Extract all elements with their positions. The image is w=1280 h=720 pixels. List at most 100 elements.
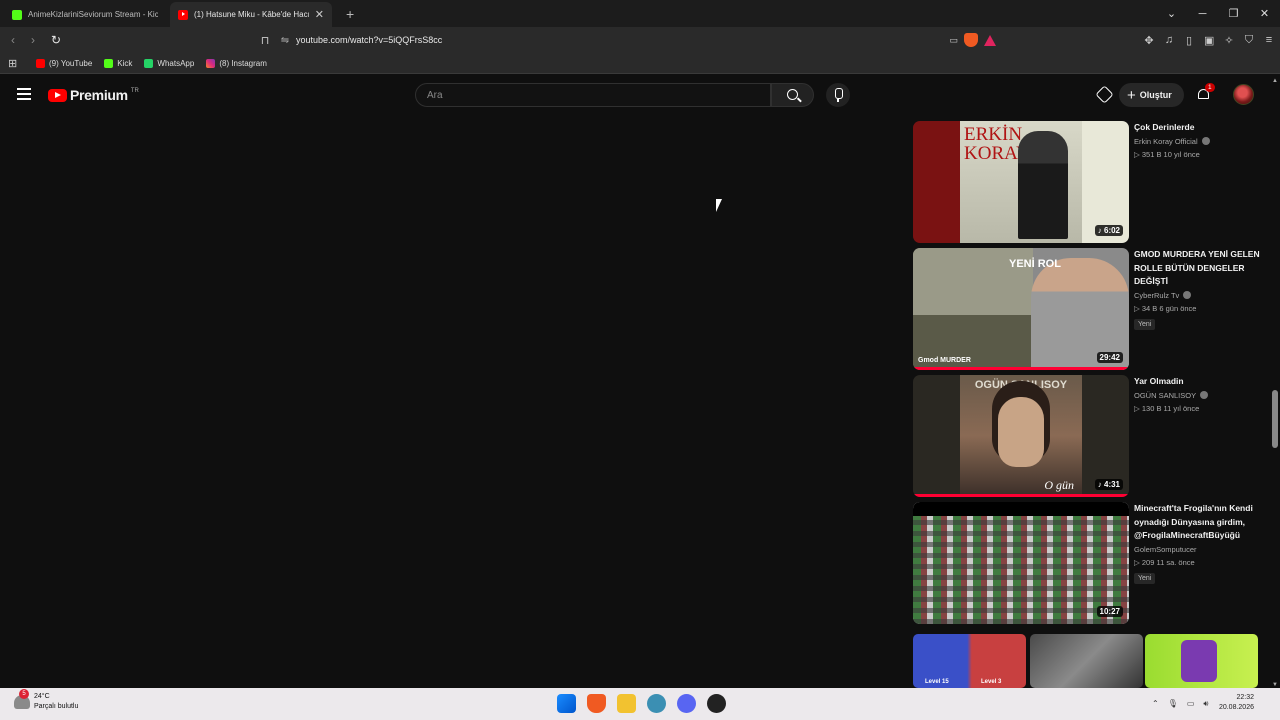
url-text[interactable]: youtube.com/watch?v=5iQQFrsS8cc [296,35,949,45]
minimize-button[interactable]: ─ [1187,8,1218,20]
site-settings-icon[interactable]: ⇋ [274,35,296,46]
system-tray: ⌃ 🎙︎ ▭ 🔊︎ [1152,699,1208,709]
scrollbar-thumb[interactable] [1272,390,1278,448]
channel-row: Erkin Koray Official [1134,137,1269,146]
video-title[interactable]: Çok Derinlerde [1134,121,1269,135]
logo-text: Premium [70,87,128,103]
media-icon[interactable]: ♫ [1164,34,1174,46]
bookmark-label: WhatsApp [157,58,195,68]
list-item[interactable]: 10:27 Minecraft'ta Frogila'nın Kendi oyn… [913,502,1269,624]
bookmark-icon[interactable]: ⊓ [256,34,274,47]
video-title[interactable]: Minecraft'ta Frogila'nın Kendi oynadığı … [1134,502,1269,543]
youtube-logo-icon [48,88,67,102]
watch-progress-bar [913,494,1129,497]
new-tab-button[interactable]: + [346,6,354,22]
notifications-button[interactable]: 1 [1197,83,1215,101]
weather-temp: 24°C [34,693,50,700]
video-title[interactable]: Yar Olmadin [1134,375,1269,389]
clock[interactable]: 22:32 20.08.2026 [1219,693,1254,713]
voice-search-icon[interactable] [826,83,850,107]
close-window-button[interactable]: ✕ [1249,7,1280,20]
video-meta: Minecraft'ta Frogila'nın Kendi oynadığı … [1134,502,1269,585]
short-thumbnail[interactable]: Level 15 Level 3 [913,634,1026,688]
search-button[interactable] [771,83,814,107]
forward-icon[interactable]: › [23,33,43,47]
back-icon[interactable]: ‹ [3,33,23,47]
video-thumbnail[interactable]: YENİ ROL Gmod MURDER 29:42 [913,248,1129,370]
video-meta: Çok Derinlerde Erkin Koray Official ▷ 35… [1134,121,1269,159]
video-stats: ▷ 209 11 sa. önce [1134,557,1195,567]
windows-start-icon[interactable] [557,694,576,713]
microphone-icon[interactable]: 🎙︎ [1168,699,1178,709]
bookmark-label: (9) YouTube [49,58,93,68]
channel-name[interactable]: GolemSomputucer [1134,545,1197,554]
omnibox[interactable]: ⊓ ⇋ youtube.com/watch?v=5iQQFrsS8cc ▭ [256,30,1000,50]
brave-shields-icon[interactable] [964,33,978,47]
bookmark-kick[interactable]: Kick [104,58,133,68]
discord-icon[interactable] [677,694,696,713]
tab-youtube-video[interactable]: (1) Hatsune Miku - Kâbe'de Hacı ✕ [170,2,332,27]
bookmark-instagram[interactable]: (8) Instagram [206,58,267,68]
wallet-icon[interactable]: ▣ [1204,34,1214,47]
tab-search-icon[interactable]: ⌄ [1156,7,1187,20]
short-thumbnail[interactable] [1030,634,1143,688]
sidebar-icon[interactable]: ▯ [1184,34,1194,47]
video-thumbnail[interactable]: ERKİN KORAY ♪ 6:02 [913,121,1129,243]
bookmark-label: Kick [117,58,133,68]
search-input[interactable] [427,89,770,101]
guitarist-figure [1018,131,1068,239]
list-item[interactable]: OGÜN SANLISOY O gün ♪ 4:31 Yar Olmadin O… [913,375,1269,497]
brave-rewards-icon[interactable] [984,34,996,46]
plus-icon: + [1127,86,1136,104]
video-stats: ▷ 34 B 6 gün önce [1134,303,1197,313]
avatar[interactable] [1233,84,1254,105]
network-icon[interactable]: ▭ [1187,699,1195,709]
hamburger-menu-icon[interactable] [17,88,31,100]
maximize-button[interactable]: ❐ [1218,7,1249,20]
whatsapp-icon [144,58,154,68]
file-explorer-icon[interactable] [617,694,636,713]
video-title[interactable]: GMOD MURDERA YENİ GELEN ROLLE BÜTÜN DENG… [1134,248,1269,289]
cast-icon[interactable] [1095,85,1114,104]
video-player[interactable] [0,115,895,688]
network-app-icon[interactable] [647,694,666,713]
country-code: TR [130,87,139,94]
video-thumbnail[interactable]: 10:27 [913,502,1129,624]
leo-ai-icon[interactable]: ✧ [1224,34,1234,47]
channel-name[interactable]: OGÜN SANLISOY [1134,391,1196,400]
weather-widget[interactable]: 5 24°C Parçalı bulutlu [14,689,79,712]
channel-name[interactable]: CyberRulz Tv [1134,291,1179,300]
youtube-premium-logo[interactable]: Premium TR [48,87,139,103]
window-controls: ⌄ ─ ❐ ✕ [1156,0,1280,27]
bookmark-whatsapp[interactable]: WhatsApp [144,58,195,68]
verified-icon [1200,391,1209,399]
cast-page-icon[interactable]: ▭ [949,35,958,46]
page-scrollbar[interactable]: ▲ ▼ [1270,76,1280,688]
list-item[interactable]: ERKİN KORAY ♪ 6:02 Çok Derinlerde Erkin … [913,121,1269,243]
letterbox-bar [913,502,1129,516]
volume-icon[interactable]: 🔊︎ [1203,699,1208,709]
bookmark-youtube[interactable]: (9) YouTube [36,58,93,68]
thumbnail-text: O gün [1044,478,1074,492]
youtube-header: Premium TR + Oluştur 1 [0,75,1280,115]
tab-kick-stream[interactable]: AnimeKizlariniSeviorum Stream - Kick [4,2,166,27]
kick-icon [104,58,114,68]
menu-icon[interactable]: ≡ [1264,34,1274,46]
create-button[interactable]: + Oluştur [1119,83,1184,107]
brave-browser-icon[interactable] [587,694,606,713]
album-cover: OGÜN SANLISOY O gün [960,375,1082,497]
video-thumbnail[interactable]: OGÜN SANLISOY O gün ♪ 4:31 [913,375,1129,497]
list-item[interactable]: YENİ ROL Gmod MURDER 29:42 GMOD MURDERA … [913,248,1269,370]
apps-grid-icon[interactable]: ⊞ [8,57,22,70]
recorder-icon[interactable] [707,694,726,713]
chevron-up-icon[interactable]: ⌃ [1152,699,1159,709]
face-figure [998,397,1044,467]
reload-icon[interactable]: ↻ [46,33,66,47]
weather-desc: Parçalı bulutlu [34,703,79,710]
vpn-icon[interactable]: ⛉ [1244,34,1254,47]
extensions-icon[interactable]: ✥ [1144,34,1154,47]
scroll-up-icon[interactable]: ▲ [1272,78,1278,84]
short-thumbnail[interactable] [1145,634,1258,688]
close-tab-icon[interactable]: ✕ [315,8,324,21]
channel-name[interactable]: Erkin Koray Official [1134,137,1198,146]
